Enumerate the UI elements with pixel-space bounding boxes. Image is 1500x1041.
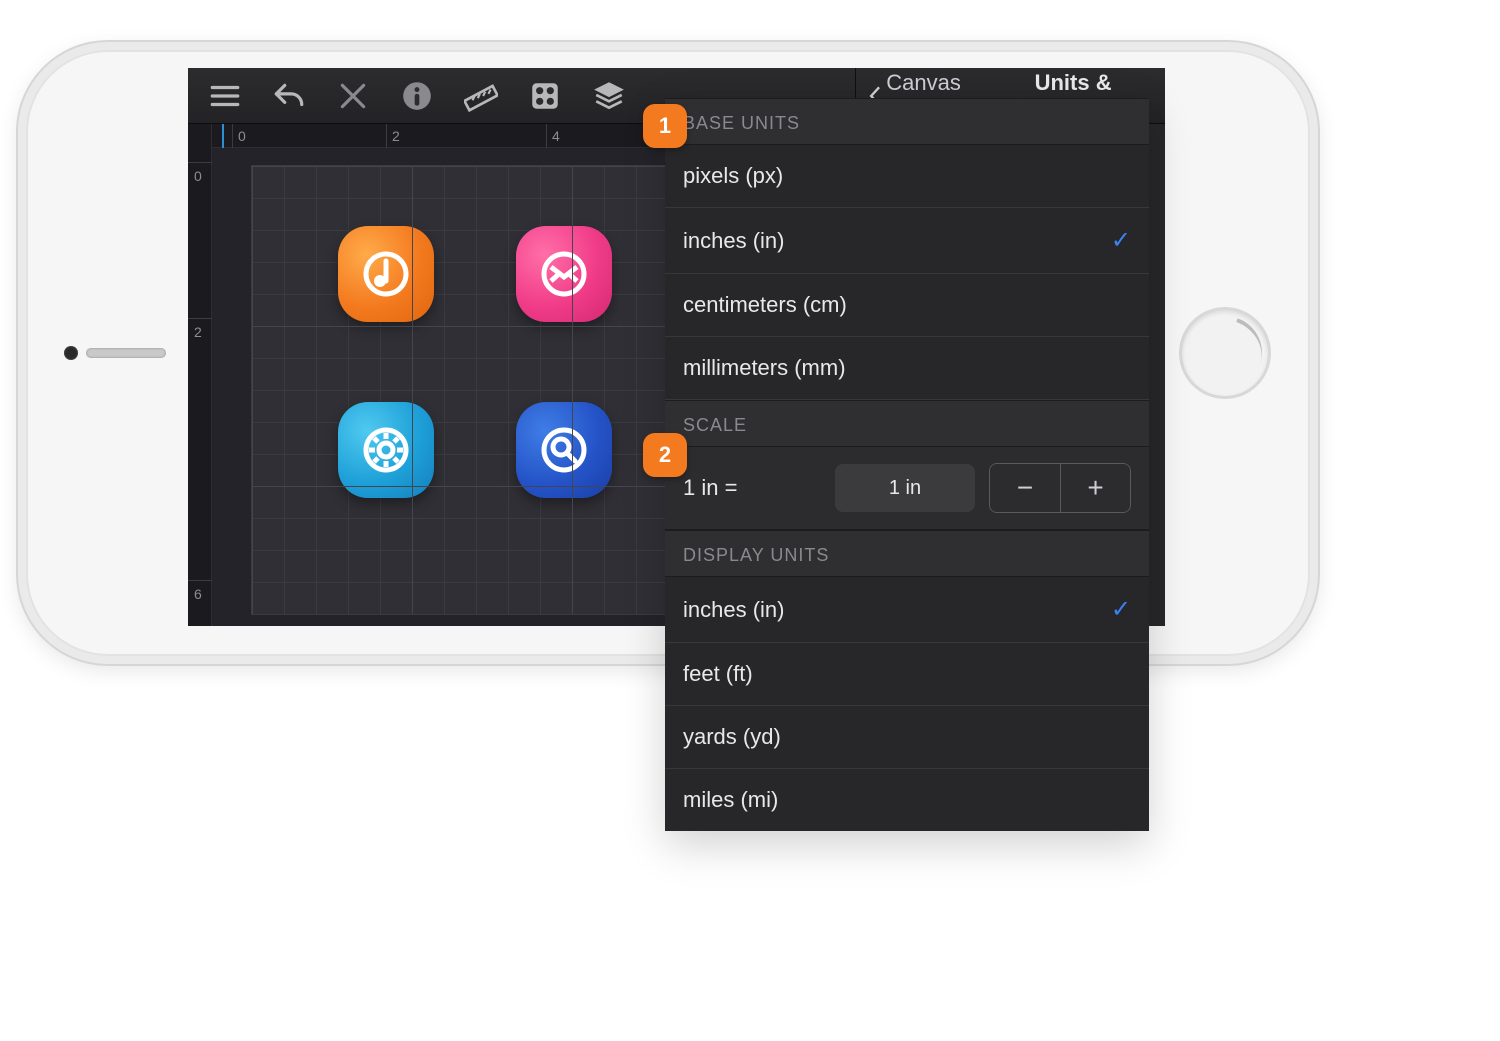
ruler-tick: 2 [392,128,400,144]
scale-row: 1 in = 1 in − + [665,447,1149,530]
ruler-tick: 2 [194,324,202,340]
unit-label: feet (ft) [683,661,753,687]
display-option-inches[interactable]: inches (in) ✓ [665,577,1149,643]
callout-badge-1: 1 [643,104,687,148]
unit-label: miles (mi) [683,787,778,813]
scale-value-field[interactable]: 1 in [835,464,975,512]
display-option-yards[interactable]: yards (yd) [665,706,1149,769]
unit-option-inches[interactable]: inches (in) ✓ [665,208,1149,274]
unit-label: inches (in) [683,228,784,254]
undo-icon[interactable] [270,77,308,115]
info-icon[interactable] [398,77,436,115]
music-icon[interactable] [338,226,434,322]
ruler-tick: 0 [238,128,246,144]
settings-icon[interactable] [338,402,434,498]
unit-label: yards (yd) [683,724,781,750]
menu-icon[interactable] [206,77,244,115]
mail-icon[interactable] [516,226,612,322]
section-header-scale: SCALE [665,400,1149,447]
display-option-feet[interactable]: feet (ft) [665,643,1149,706]
unit-label: pixels (px) [683,163,783,189]
checkmark-icon: ✓ [1111,595,1131,624]
ruler-tick: 6 [194,586,202,602]
vertical-ruler[interactable]: 0 2 6 [188,124,212,626]
ruler-icon[interactable] [462,77,500,115]
front-camera [64,346,78,360]
layers-icon[interactable] [590,77,628,115]
ruler-tick: 0 [194,168,202,184]
unit-option-centimeters[interactable]: centimeters (cm) [665,274,1149,337]
unit-option-millimeters[interactable]: millimeters (mm) [665,337,1149,400]
unit-label: millimeters (mm) [683,355,846,381]
widgets-icon[interactable] [526,77,564,115]
unit-option-pixels[interactable]: pixels (px) [665,145,1149,208]
scale-increment-button[interactable]: + [1060,464,1130,512]
checkmark-icon: ✓ [1111,226,1131,255]
phone-speaker [86,348,166,358]
callout-badge-2: 2 [643,433,687,477]
home-button[interactable] [1182,310,1268,396]
unit-label: inches (in) [683,597,784,623]
close-icon[interactable] [334,77,372,115]
display-option-miles[interactable]: miles (mi) [665,769,1149,831]
section-header-base-units: BASE UNITS [665,98,1149,145]
ruler-tick: 4 [552,128,560,144]
unit-label: centimeters (cm) [683,292,847,318]
scale-stepper: − + [989,463,1131,513]
search-icon[interactable] [516,402,612,498]
scale-lhs-label: 1 in = [683,475,737,501]
units-scale-panel: BASE UNITS pixels (px) inches (in) ✓ cen… [665,98,1149,831]
ruler-guide[interactable] [222,124,224,148]
scale-decrement-button[interactable]: − [990,464,1060,512]
section-header-display-units: DISPLAY UNITS [665,530,1149,577]
